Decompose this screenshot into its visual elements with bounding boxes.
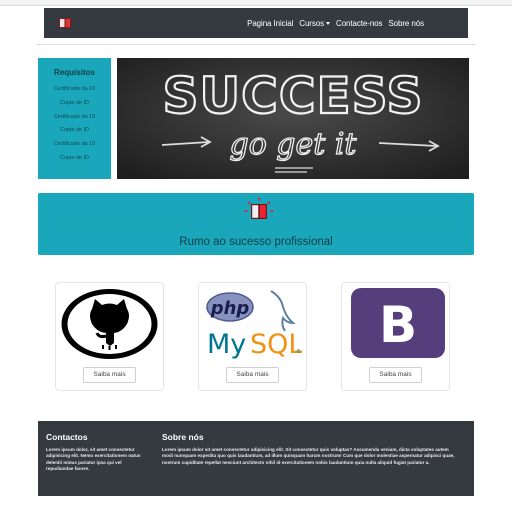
hero-image: SUCCESS go get it bbox=[117, 58, 469, 179]
requisito-link[interactable]: Certificado da 10 bbox=[38, 83, 111, 97]
nav-link-about[interactable]: Sobre nós bbox=[388, 19, 424, 28]
svg-text:B: B bbox=[379, 296, 417, 354]
footer: Contactos Lorem ipsum dolor, sit amet co… bbox=[38, 421, 474, 496]
requisito-link[interactable]: Copia de ID bbox=[38, 124, 111, 138]
book-icon[interactable] bbox=[58, 16, 72, 30]
divider bbox=[36, 44, 476, 45]
footer-contactos-text: Lorem ipsum dolor, sit amet consectetur … bbox=[46, 447, 141, 471]
footer-contactos-title: Contactos bbox=[46, 432, 88, 442]
chevron-down-icon bbox=[326, 21, 331, 25]
saiba-mais-button[interactable]: Saiba mais bbox=[226, 367, 279, 383]
php-mysql-icon: php My SQL ® bbox=[206, 290, 302, 360]
svg-text:My: My bbox=[207, 329, 246, 360]
svg-text:®: ® bbox=[296, 348, 301, 355]
browser-top-strip bbox=[0, 0, 512, 6]
bootstrap-icon: B bbox=[351, 288, 445, 358]
course-card-bootstrap: B Saiba mais bbox=[341, 282, 450, 391]
success-chalkboard-image: SUCCESS go get it bbox=[117, 58, 469, 179]
nav-link-courses[interactable]: Cursos bbox=[299, 18, 331, 28]
requisitos-panel: Requisitos Certificado da 10 Copia de ID… bbox=[38, 58, 111, 179]
requisitos-title: Requisitos bbox=[54, 68, 95, 77]
requisito-link[interactable]: Copia de ID bbox=[38, 97, 111, 111]
hero-banner: Rumo ao sucesso profissional bbox=[38, 193, 474, 255]
book-icon bbox=[244, 197, 274, 219]
navbar: Pagina Inicial Cursos Contacte-nos Sobre… bbox=[44, 8, 468, 38]
nav-link-home[interactable]: Pagina Inicial bbox=[247, 19, 293, 28]
nav-links: Pagina Inicial Cursos Contacte-nos Sobre… bbox=[247, 8, 424, 38]
footer-sobre-title: Sobre nós bbox=[162, 432, 204, 442]
requisito-link[interactable]: Copia de ID bbox=[38, 152, 111, 166]
requisito-link[interactable]: Certificado da 10 bbox=[38, 138, 111, 152]
hero-success-text: SUCCESS bbox=[163, 67, 424, 125]
course-card-github: Saiba mais bbox=[55, 282, 164, 391]
requisito-link[interactable]: Certificado da 10 bbox=[38, 111, 111, 125]
courses-label: Cursos bbox=[299, 18, 325, 28]
svg-text:php: php bbox=[210, 298, 250, 319]
course-card-php-mysql: php My SQL ® Saiba mais bbox=[198, 282, 307, 391]
hero-subtitle-text: go get it bbox=[229, 127, 357, 162]
banner-title: Rumo ao sucesso profissional bbox=[179, 236, 333, 248]
nav-link-contact[interactable]: Contacte-nos bbox=[336, 19, 382, 28]
saiba-mais-button[interactable]: Saiba mais bbox=[83, 367, 136, 383]
saiba-mais-button[interactable]: Saiba mais bbox=[369, 367, 422, 383]
github-icon bbox=[61, 289, 158, 359]
footer-sobre-text: Lorem ipsum dolor sit amet consectetur a… bbox=[162, 447, 455, 465]
svg-text:SQL: SQL bbox=[250, 329, 302, 360]
